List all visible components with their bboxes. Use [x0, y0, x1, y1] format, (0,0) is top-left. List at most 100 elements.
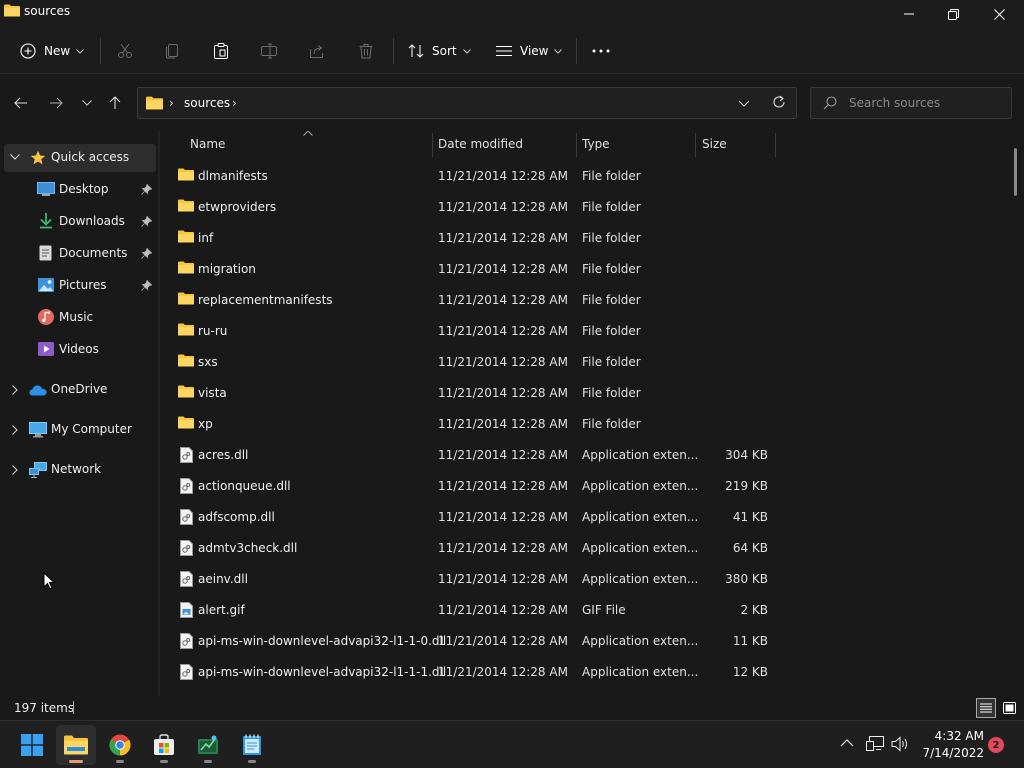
table-row[interactable]: inf 11/21/2014 12:28 AM File folder [160, 223, 1024, 254]
column-resize-handle[interactable] [695, 133, 696, 157]
taskbar-notepad[interactable] [232, 725, 272, 765]
breadcrumb-separator[interactable]: › [169, 96, 174, 110]
chevron-up-icon[interactable] [840, 739, 854, 747]
table-row[interactable]: xp 11/21/2014 12:28 AM File folder [160, 409, 1024, 440]
app-icon [198, 735, 218, 754]
file-type: File folder [582, 293, 641, 307]
pin-icon[interactable] [141, 280, 152, 291]
taskbar-store[interactable] [144, 725, 184, 765]
table-row[interactable]: sxs 11/21/2014 12:28 AM File folder [160, 347, 1024, 378]
file-name: migration [198, 262, 256, 276]
table-row[interactable]: vista 11/21/2014 12:28 AM File folder [160, 378, 1024, 409]
search-input[interactable] [849, 94, 1004, 112]
navigation-pane: Quick access Desktop Downloads Documents… [0, 131, 158, 696]
music-icon [38, 309, 54, 325]
breadcrumb-sources[interactable]: sources [184, 96, 230, 110]
running-indicator [69, 760, 83, 763]
column-resize-handle[interactable] [432, 133, 433, 157]
sidebar-item-music[interactable]: Music [4, 304, 156, 332]
more-options-button[interactable] [592, 36, 610, 66]
vertical-scrollbar[interactable] [1014, 148, 1017, 196]
taskbar-app[interactable] [188, 725, 228, 765]
table-row[interactable]: actionqueue.dll 11/21/2014 12:28 AM Applic… [160, 471, 1024, 502]
view-label: View [520, 44, 549, 58]
restore-button[interactable] [930, 0, 976, 28]
navigation-row: › sources › [0, 75, 1024, 131]
breadcrumb-separator[interactable]: › [232, 96, 237, 110]
running-indicator [116, 760, 124, 763]
table-row[interactable]: ru-ru 11/21/2014 12:28 AM File folder [160, 316, 1024, 347]
back-button[interactable] [9, 91, 33, 115]
column-header-name[interactable]: Name [190, 137, 225, 151]
sort-button[interactable]: Sort [408, 36, 471, 66]
network-tray-icon[interactable] [866, 736, 884, 752]
sort-icon [408, 44, 424, 58]
sidebar-item-onedrive[interactable]: OneDrive [4, 376, 156, 404]
table-row[interactable]: api-ms-win-downlevel-advapi32-l1-1-0.dll… [160, 626, 1024, 657]
column-resize-handle[interactable] [775, 133, 776, 157]
sidebar-item-my-computer[interactable]: My Computer [4, 416, 156, 444]
column-header-size[interactable]: Size [702, 137, 727, 151]
table-row[interactable]: etwproviders 11/21/2014 12:28 AM File fold… [160, 192, 1024, 223]
pin-icon[interactable] [141, 184, 152, 195]
table-row[interactable]: replacementmanifests 11/21/2014 12:28 AM F… [160, 285, 1024, 316]
start-button[interactable] [12, 725, 52, 765]
address-bar[interactable]: › sources › [137, 87, 797, 119]
table-row[interactable]: dlmanifests 11/21/2014 12:28 AM File folde… [160, 161, 1024, 192]
chevron-right-icon [12, 425, 18, 435]
view-button[interactable]: View [496, 36, 563, 66]
cut-button[interactable] [117, 36, 133, 66]
sidebar-item-network[interactable]: Network [4, 456, 156, 484]
recent-locations-button[interactable] [75, 91, 99, 115]
details-view-button[interactable] [976, 698, 996, 718]
file-type: Application exten... [582, 541, 699, 555]
table-row[interactable]: admtv3check.dll 11/21/2014 12:28 AM Applic… [160, 533, 1024, 564]
sidebar-item-pictures[interactable]: Pictures [4, 272, 156, 300]
table-row[interactable]: acres.dll 11/21/2014 12:28 AM Application … [160, 440, 1024, 471]
large-icons-view-button[interactable] [999, 698, 1019, 718]
sidebar-item-videos[interactable]: Videos [4, 336, 156, 364]
sidebar-item-documents[interactable]: Documents [4, 240, 156, 268]
chevron-down-icon[interactable] [738, 96, 750, 110]
clock-date[interactable]: 7/14/2022 [914, 746, 984, 760]
refresh-icon[interactable] [772, 95, 786, 109]
taskbar-chrome[interactable] [100, 725, 140, 765]
image-file-icon [180, 602, 193, 621]
file-date: 11/21/2014 12:28 AM [438, 324, 568, 338]
sidebar-item-downloads[interactable]: Downloads [4, 208, 156, 236]
dll-file-icon [180, 447, 193, 466]
volume-icon[interactable] [891, 736, 909, 752]
notification-badge[interactable]: 2 [988, 737, 1004, 753]
search-box[interactable] [810, 87, 1012, 119]
delete-button[interactable] [358, 36, 374, 66]
up-button[interactable] [103, 91, 127, 115]
sidebar-item-desktop[interactable]: Desktop [4, 176, 156, 204]
table-row[interactable]: migration 11/21/2014 12:28 AM File folder [160, 254, 1024, 285]
copy-button[interactable] [165, 36, 181, 66]
table-row[interactable]: adfscomp.dll 11/21/2014 12:28 AM Applicati… [160, 502, 1024, 533]
file-explorer-icon [64, 735, 88, 755]
computer-icon [29, 422, 47, 438]
table-row[interactable]: aeinv.dll 11/21/2014 12:28 AM Application … [160, 564, 1024, 595]
pin-icon[interactable] [141, 248, 152, 259]
minimize-button[interactable] [886, 0, 932, 28]
chevron-down-icon [82, 100, 92, 106]
forward-button[interactable] [44, 91, 68, 115]
column-header-type[interactable]: Type [582, 137, 610, 151]
sidebar-item-quick-access[interactable]: Quick access [4, 144, 156, 172]
column-resize-handle[interactable] [576, 133, 577, 157]
share-button[interactable] [309, 36, 325, 66]
table-row[interactable]: api-ms-win-downlevel-advapi32-l1-1-1.dll… [160, 657, 1024, 688]
close-button[interactable] [976, 0, 1022, 28]
table-row[interactable]: alert.gif 11/21/2014 12:28 AM GIF File 2 KB [160, 595, 1024, 626]
new-button[interactable]: New [20, 36, 85, 66]
clock-time[interactable]: 4:32 AM [924, 729, 984, 743]
taskbar-file-explorer[interactable] [56, 725, 96, 765]
toolbar-divider [100, 38, 101, 64]
rename-button[interactable] [261, 36, 277, 66]
pin-icon[interactable] [141, 216, 152, 227]
file-name: inf [198, 231, 214, 245]
column-header-date[interactable]: Date modified [438, 137, 523, 151]
file-name: adfscomp.dll [198, 510, 275, 524]
paste-button[interactable] [213, 36, 229, 66]
